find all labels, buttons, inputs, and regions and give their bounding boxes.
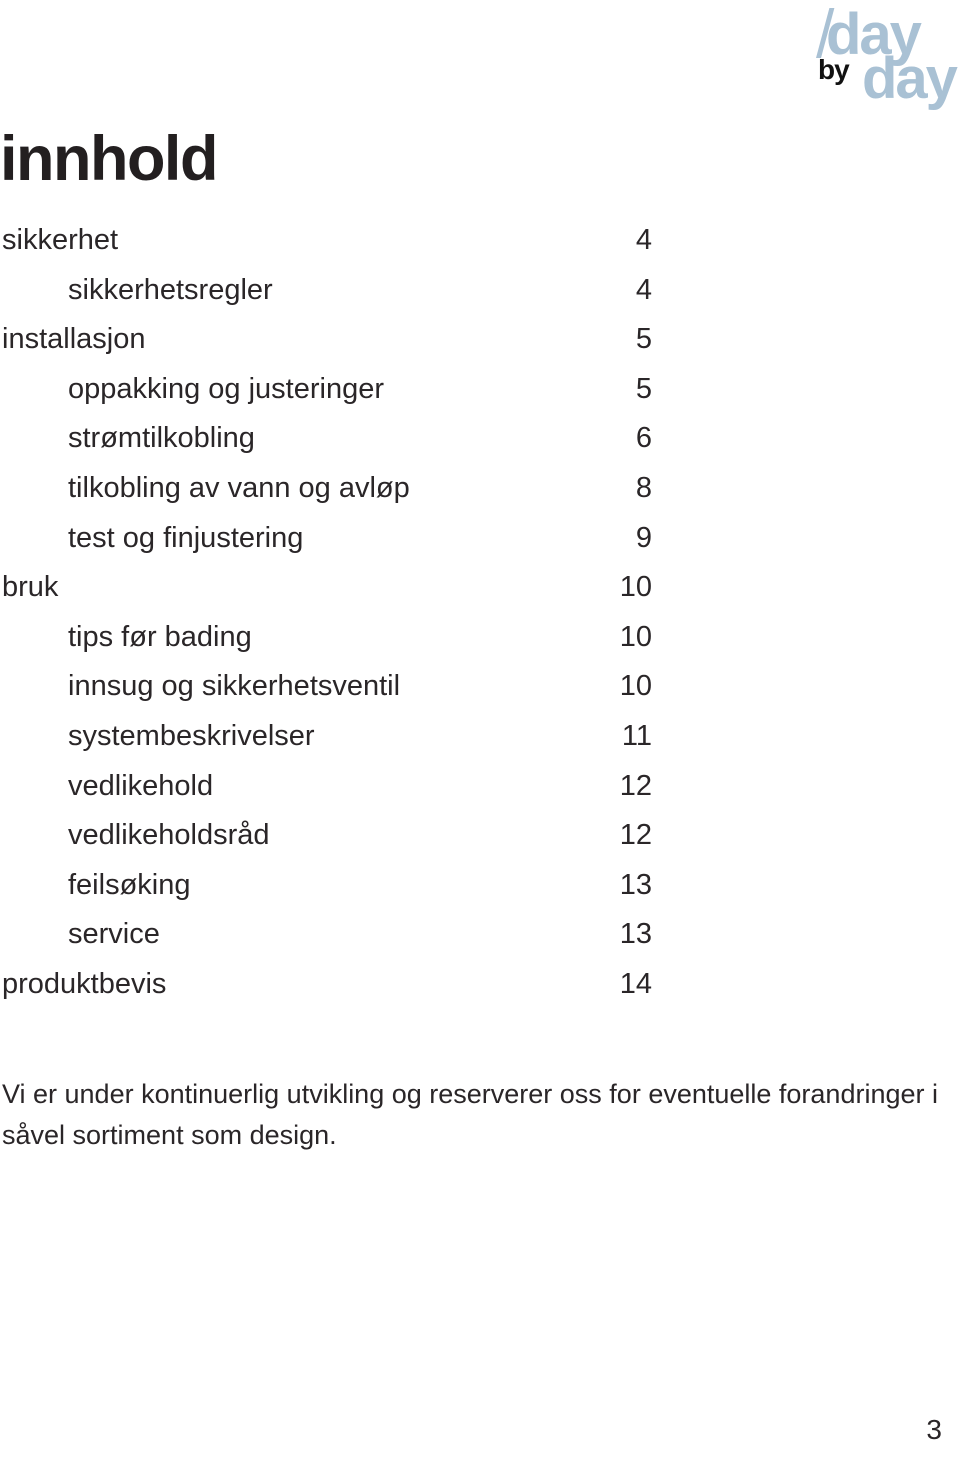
toc-entry[interactable]: vedlikeholdsråd 12 xyxy=(0,811,652,861)
toc-entry-page-number: 9 xyxy=(635,521,652,554)
toc-entry[interactable]: feilsøking 13 xyxy=(0,861,652,911)
toc-entry[interactable]: sikkerhetsregler 4 xyxy=(0,266,652,316)
toc-entry[interactable]: tilkobling av vann og avløp 8 xyxy=(0,464,652,514)
brand-logo: day by day xyxy=(814,6,958,108)
toc-entry[interactable]: service 13 xyxy=(0,910,652,960)
toc-entry-page-number: 12 xyxy=(619,769,652,802)
toc-entry-label: service xyxy=(68,918,160,951)
toc-entry-label: vedlikehold xyxy=(68,769,214,802)
toc-entry-page-number: 11 xyxy=(621,719,652,752)
toc-entry-page-number: 4 xyxy=(635,273,652,306)
toc-entry-page-number: 5 xyxy=(635,372,652,405)
toc-entry-page-number: 12 xyxy=(619,819,652,852)
toc-entry-page-number: 4 xyxy=(635,224,652,256)
toc-entry[interactable]: oppakking og justeringer 5 xyxy=(0,365,652,415)
toc-entry[interactable]: innsug og sikkerhetsventil 10 xyxy=(0,662,652,712)
toc-entry-label: oppakking og justeringer xyxy=(68,372,384,405)
toc-entry-page-number: 10 xyxy=(619,571,652,604)
footer-page-number: 3 xyxy=(926,1414,942,1445)
toc-entry-label: innsug og sikkerhetsventil xyxy=(68,670,401,703)
toc-entry-page-number: 10 xyxy=(619,670,652,703)
toc-entry-label: produktbevis xyxy=(2,967,167,1000)
toc-entry[interactable]: systembeskrivelser 11 xyxy=(0,712,652,762)
logo-word-by: by xyxy=(818,54,850,85)
toc-entry-label: installasjon xyxy=(2,323,146,356)
toc-entry-page-number: 6 xyxy=(635,422,652,455)
toc-entry-label: bruk xyxy=(2,571,59,604)
toc-entry-label: sikkerhetsregler xyxy=(68,273,273,306)
table-of-contents: sikkerhet 4 sikkerhetsregler 4 installasjon 5… xyxy=(0,216,652,1010)
toc-entry-label: systembeskrivelser xyxy=(68,719,315,752)
toc-entry-page-number: 10 xyxy=(619,620,652,653)
toc-entry-label: vedlikeholdsråd xyxy=(68,819,270,852)
toc-entry-page-number: 8 xyxy=(635,471,652,504)
toc-entry-label: strømtilkobling xyxy=(68,422,255,455)
toc-entry-page-number: 13 xyxy=(619,918,652,951)
toc-entry-label: test og finjustering xyxy=(68,521,304,554)
toc-entry-label: feilsøking xyxy=(68,868,191,901)
toc-entry-label: sikkerhet xyxy=(2,224,119,256)
toc-entry-page-number: 14 xyxy=(619,967,652,1000)
logo-word-day-bottom: day xyxy=(862,46,958,111)
toc-entry[interactable]: bruk 10 xyxy=(0,563,652,613)
page-title: innhold xyxy=(0,124,218,195)
toc-entry[interactable]: tips før bading 10 xyxy=(0,613,652,663)
toc-entry[interactable]: vedlikehold 12 xyxy=(0,762,652,812)
toc-entry[interactable]: sikkerhet 4 xyxy=(0,216,652,266)
toc-entry-label: tips før bading xyxy=(68,620,252,653)
disclaimer-text: Vi er under kontinuerlig utvikling og re… xyxy=(2,1079,938,1150)
toc-entry-label: tilkobling av vann og avløp xyxy=(68,471,410,504)
toc-entry-page-number: 13 xyxy=(619,868,652,901)
toc-entry[interactable]: strømtilkobling 6 xyxy=(0,414,652,464)
toc-entry[interactable]: test og finjustering 9 xyxy=(0,514,652,564)
toc-entry[interactable]: installasjon 5 xyxy=(0,315,652,365)
toc-entry[interactable]: produktbevis 14 xyxy=(0,960,652,1010)
toc-entry-page-number: 5 xyxy=(635,323,652,356)
